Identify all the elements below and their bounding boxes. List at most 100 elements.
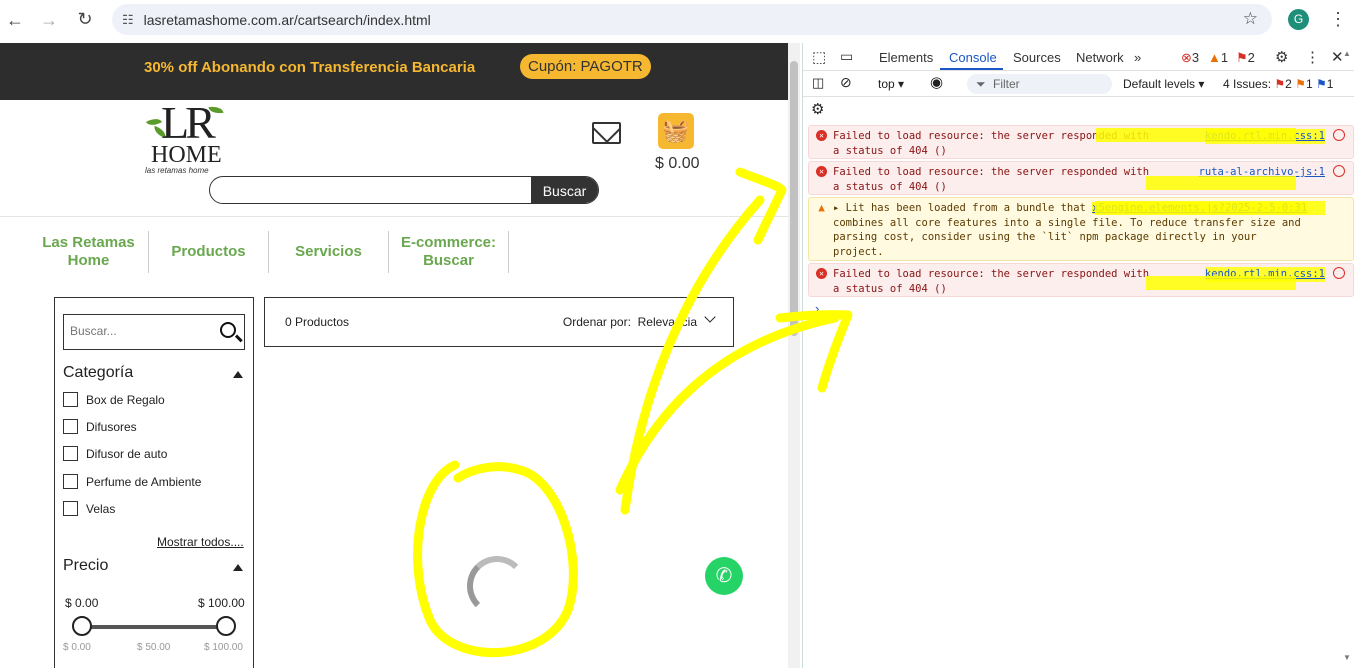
- sort-label: Ordenar por:: [562, 315, 631, 329]
- results-header: 0 Productos Ordenar por: Relevancia: [264, 297, 734, 347]
- device-toolbar-icon[interactable]: ▭: [840, 48, 853, 65]
- url-text: lasretamashome.com.ar/cartsearch/index.h…: [143, 11, 431, 28]
- reload-icon[interactable]: ↻: [70, 9, 100, 30]
- price-tick: $ 50.00: [137, 642, 171, 653]
- checkbox-box[interactable]: [63, 501, 78, 516]
- mail-icon[interactable]: [592, 122, 621, 144]
- header-search-input[interactable]: [210, 177, 530, 203]
- checkbox-box[interactable]: [63, 419, 78, 434]
- site-logo[interactable]: LR HOME las retamas home: [143, 100, 235, 175]
- filter-search: [63, 314, 245, 350]
- sidebar-toggle-icon[interactable]: ◫: [812, 75, 824, 91]
- bookmark-star-icon[interactable]: ☆: [1243, 9, 1258, 29]
- eye-icon[interactable]: ◉: [930, 73, 943, 91]
- tab-sources[interactable]: Sources: [1013, 50, 1061, 65]
- price-slider-min-handle[interactable]: [72, 616, 92, 636]
- price-min: $ 0.00: [65, 596, 99, 610]
- devtools-tabbar: ⬚ ▭ Elements Console Sources Network » ⊗…: [803, 43, 1354, 71]
- error-count: 3: [1191, 50, 1200, 65]
- profile-avatar[interactable]: G: [1288, 9, 1309, 30]
- checkbox-box[interactable]: [63, 392, 78, 407]
- category-checkbox[interactable]: Perfume de Ambiente: [63, 474, 201, 489]
- cart-basket-icon[interactable]: 🧺: [658, 113, 694, 149]
- message-text: Failed to load resource: the server resp…: [833, 130, 1150, 142]
- header-search: Buscar: [209, 176, 599, 204]
- warning-count-badge[interactable]: ▲1: [1208, 50, 1228, 65]
- category-checkbox[interactable]: Box de Regalo: [63, 392, 165, 407]
- category-checkbox[interactable]: Velas: [63, 501, 115, 516]
- error-icon: ✕: [816, 166, 827, 177]
- tab-elements[interactable]: Elements: [879, 50, 933, 65]
- message-source-link[interactable]: kendo.rtl.min.css:1: [1204, 129, 1325, 144]
- message-text: ▸ Lit has been loaded from a bundle that…: [833, 202, 1308, 214]
- scrollbar-thumb[interactable]: [790, 61, 798, 336]
- console-error-message: ✕ Failed to load resource: the server re…: [808, 263, 1354, 297]
- filter-placeholder: Filter: [993, 77, 1020, 91]
- address-bar[interactable]: ☷ lasretamashome.com.ar/cartsearch/index…: [112, 4, 1272, 35]
- log-levels-select[interactable]: Default levels ▾: [1123, 77, 1204, 91]
- menu-item-home[interactable]: Las Retamas Home: [29, 231, 149, 273]
- console-error-message: ✕ Failed to load resource: the server re…: [808, 125, 1354, 159]
- collapse-category-icon[interactable]: [233, 371, 243, 378]
- scroll-up-icon[interactable]: ▲: [1343, 49, 1351, 58]
- category-title: Categoría: [63, 364, 134, 381]
- site-info-icon[interactable]: ☷: [122, 12, 134, 28]
- issues-summary[interactable]: 4 Issues: ⚑2 ⚑1 ⚑1: [1223, 77, 1333, 91]
- price-title: Precio: [63, 557, 109, 574]
- issue-count: 1: [1326, 77, 1334, 91]
- message-text: a status of 404 (): [833, 282, 947, 295]
- filter-icon: ⏷: [976, 77, 986, 91]
- devtools-scrollbar[interactable]: ▲ ▼: [1342, 43, 1354, 668]
- show-all-link[interactable]: Mostrar todos....: [157, 535, 244, 549]
- devtools-menu-icon[interactable]: ⋮: [1305, 48, 1320, 66]
- console-prompt-chevron-icon[interactable]: ›: [815, 301, 819, 316]
- active-tab-underline: [940, 68, 1003, 70]
- sort-value: Relevancia: [637, 315, 697, 329]
- menu-item-servicios[interactable]: Servicios: [269, 231, 389, 273]
- loading-spinner: [467, 556, 527, 616]
- whatsapp-icon[interactable]: ✆: [705, 557, 743, 595]
- context-select[interactable]: top ▾: [878, 77, 904, 91]
- console-settings-icon[interactable]: ⚙: [811, 100, 824, 118]
- coupon-badge: Cupón: PAGOTR: [520, 54, 651, 79]
- filter-search-input[interactable]: [64, 315, 204, 347]
- checkbox-box[interactable]: [63, 474, 78, 489]
- back-icon[interactable]: ←: [0, 10, 30, 31]
- issue-error-icon: ⚑: [1274, 77, 1286, 91]
- clear-console-icon[interactable]: ⊘: [840, 74, 852, 91]
- issue-count: 2: [1285, 77, 1292, 91]
- inspect-icon[interactable]: ⬚: [812, 48, 826, 66]
- category-checkbox[interactable]: Difusores: [63, 419, 137, 434]
- error-count-badge[interactable]: ⊗3: [1181, 50, 1199, 66]
- message-text: project.: [833, 245, 884, 258]
- gear-icon[interactable]: ⚙: [1275, 48, 1288, 66]
- checkbox-box[interactable]: [63, 446, 78, 461]
- search-icon[interactable]: [220, 322, 236, 338]
- chevron-down-icon[interactable]: [704, 311, 716, 323]
- page-scrollbar[interactable]: [788, 43, 800, 668]
- price-max: $ 100.00: [198, 596, 245, 610]
- category-label: Perfume de Ambiente: [86, 474, 202, 489]
- collapse-price-icon[interactable]: [233, 564, 243, 571]
- message-source-link[interactable]: kendo.rtl.min.css:1: [1204, 267, 1325, 282]
- price-slider-track[interactable]: [75, 625, 227, 629]
- forward-icon[interactable]: →: [34, 10, 64, 31]
- menu-item-productos[interactable]: Productos: [149, 231, 269, 273]
- console-filter-input[interactable]: ⏷ Filter: [967, 74, 1112, 94]
- header-search-button[interactable]: Buscar: [531, 177, 598, 203]
- more-tabs-icon[interactable]: »: [1134, 50, 1141, 65]
- tab-console[interactable]: Console: [949, 50, 997, 65]
- console-toolbar: ◫ ⊘ top ▾ ◉ ⏷ Filter Default levels ▾ 4 I…: [803, 71, 1354, 97]
- menu-item-ecommerce[interactable]: E-commerce: Buscar: [389, 231, 509, 273]
- warning-icon: ▲: [818, 201, 825, 214]
- tab-network[interactable]: Network: [1076, 50, 1124, 65]
- issues-count-badge[interactable]: ⚑2: [1236, 50, 1255, 66]
- price-slider-max-handle[interactable]: [216, 616, 236, 636]
- category-checkbox[interactable]: Difusor de auto: [63, 446, 167, 461]
- browser-menu-icon[interactable]: ⋮: [1329, 9, 1347, 30]
- sort-dropdown[interactable]: Ordenar por: Relevancia: [563, 315, 697, 329]
- header-divider: [0, 216, 788, 217]
- message-source-link[interactable]: ruta-al-archivo-js:1: [1199, 165, 1325, 180]
- scroll-down-icon[interactable]: ▼: [1343, 653, 1351, 662]
- message-source-link[interactable]: x5engine.elements.js?2025-2-5-0:31: [1092, 202, 1308, 214]
